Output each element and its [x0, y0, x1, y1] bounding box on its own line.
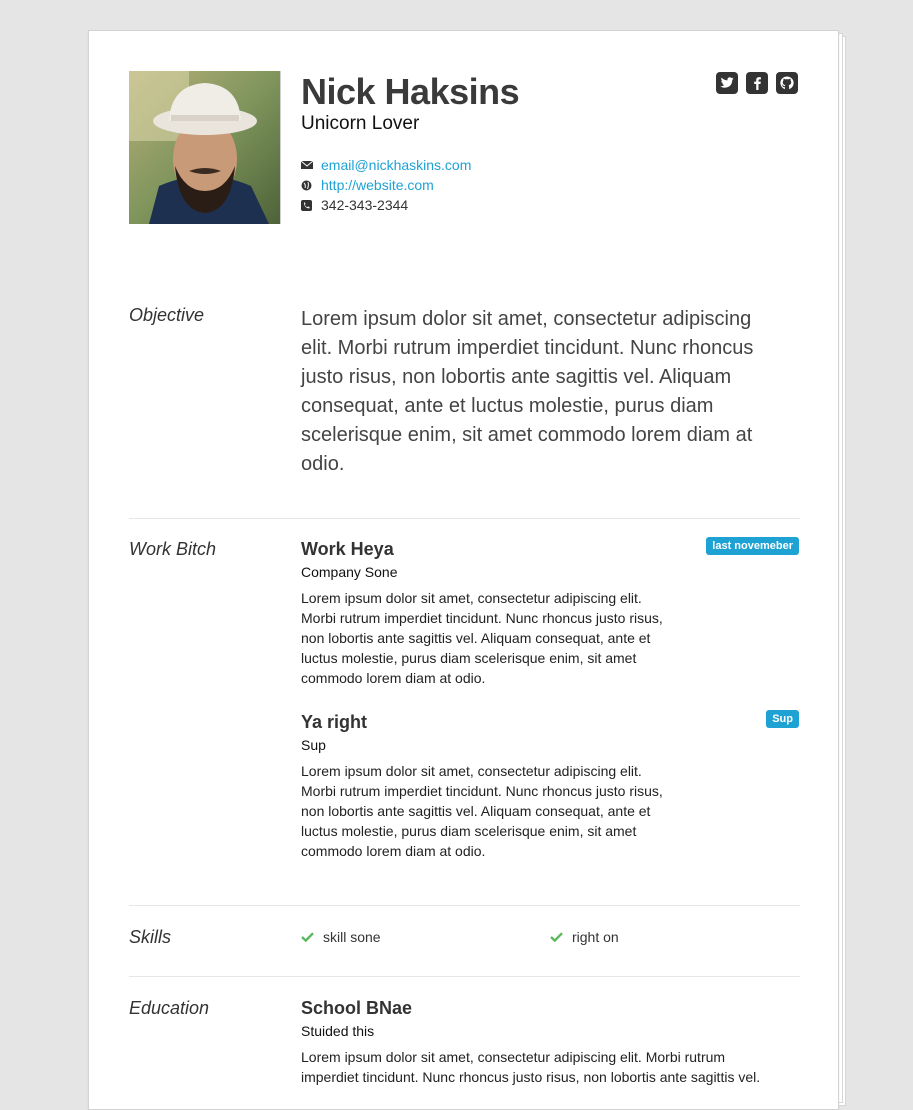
github-icon[interactable]: [776, 72, 798, 94]
job-company: Sup: [301, 737, 326, 753]
skill-item: right on: [550, 929, 619, 945]
education-description: Lorem ipsum dolor sit amet, consectetur …: [301, 1049, 761, 1085]
section-divider: [129, 905, 800, 906]
job-entry: Ya right Sup Lorem ipsum dolor sit amet,…: [301, 710, 799, 861]
school-name: School BNae: [301, 998, 413, 1018]
contact-website: http://website.com: [301, 175, 471, 195]
education-title: Education: [129, 998, 210, 1018]
job-title: Ya right: [301, 712, 368, 732]
education-entry: School BNae Stuided this Lorem ipsum dol…: [301, 998, 799, 1087]
globe-icon: [301, 180, 321, 191]
skill-item: skill sone: [301, 929, 381, 945]
avatar: [129, 71, 281, 224]
skill-label: right on: [572, 929, 619, 945]
phone-number: 342-343-2344: [321, 197, 409, 213]
work-title: Work Bitch: [129, 539, 217, 559]
studied-field: Stuided this: [301, 1023, 375, 1039]
section-divider: [129, 518, 800, 519]
website-link[interactable]: http://website.com: [321, 177, 434, 193]
social-links: [716, 72, 798, 94]
objective-text: Lorem ipsum dolor sit amet, consectetur …: [301, 308, 754, 475]
job-entry: Work Heya Company Sone Lorem ipsum dolor…: [301, 537, 799, 688]
skill-label: skill sone: [323, 929, 381, 945]
check-icon: [550, 932, 572, 942]
contact-email: email@nickhaskins.com: [301, 155, 471, 175]
skills-title: Skills: [129, 927, 172, 947]
job-description: Lorem ipsum dolor sit amet, consectetur …: [301, 763, 663, 859]
section-divider: [129, 976, 800, 977]
resume-page: Nick Haksins Unicorn Lover email@nickhas…: [88, 30, 839, 1110]
date-badge: Sup: [766, 710, 799, 728]
name-heading: Nick Haksins: [301, 71, 520, 112]
objective-title: Objective: [129, 305, 205, 325]
facebook-icon[interactable]: [746, 72, 768, 94]
header-divider: [280, 71, 281, 224]
envelope-icon: [301, 160, 321, 170]
job-description: Lorem ipsum dolor sit amet, consectetur …: [301, 590, 663, 686]
twitter-icon[interactable]: [716, 72, 738, 94]
tagline: Unicorn Lover: [301, 113, 420, 134]
contact-phone: 342-343-2344: [301, 195, 471, 215]
check-icon: [301, 932, 323, 942]
phone-icon: [301, 199, 321, 211]
contact-list: email@nickhaskins.com http://website.com…: [301, 155, 471, 215]
email-link[interactable]: email@nickhaskins.com: [321, 157, 471, 173]
date-badge: last novemeber: [706, 537, 799, 555]
job-company: Company Sone: [301, 564, 398, 580]
